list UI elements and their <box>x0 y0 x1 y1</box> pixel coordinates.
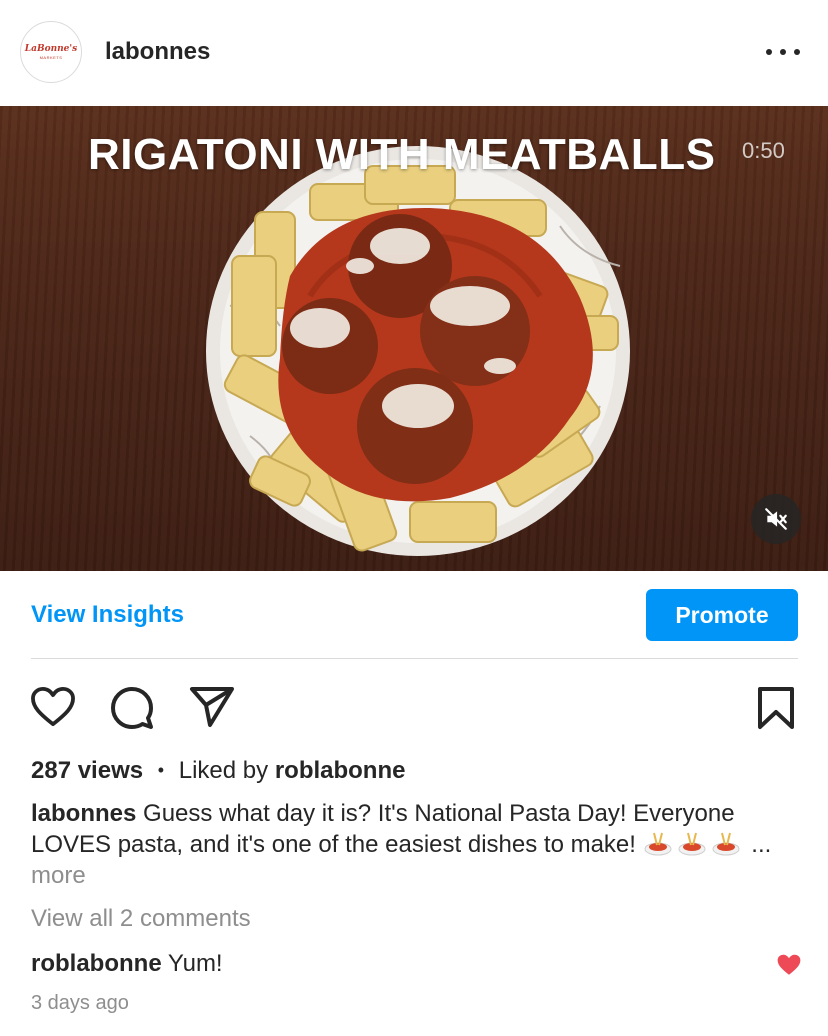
liked-by-user[interactable]: roblabonne <box>275 757 406 784</box>
divider <box>31 658 798 659</box>
promote-button[interactable]: Promote <box>646 589 798 641</box>
post-header: LaBonne's MARKETS labonnes <box>0 0 828 106</box>
avatar-brand-sub: MARKETS <box>39 54 63 60</box>
avatar[interactable]: LaBonne's MARKETS <box>20 21 82 83</box>
view-insights-link[interactable]: View Insights <box>31 601 184 629</box>
post-username[interactable]: labonnes <box>105 38 210 66</box>
share-icon <box>190 687 234 727</box>
post-caption: labonnes Guess what day it is? It's Nati… <box>31 798 801 891</box>
heart-icon <box>31 686 75 727</box>
comment-button[interactable] <box>110 686 154 735</box>
spaghetti-emoji <box>712 832 740 856</box>
more-icon <box>766 49 772 55</box>
avatar-brand: LaBonne's <box>24 43 78 54</box>
views-count[interactable]: 287 views <box>31 757 143 784</box>
comment-like-button[interactable] <box>776 953 802 982</box>
heart-icon <box>777 954 801 975</box>
spaghetti-emoji <box>644 832 672 856</box>
bookmark-icon <box>758 687 794 729</box>
mute-toggle-button[interactable] <box>751 494 801 544</box>
spaghetti-emoji <box>678 832 706 856</box>
comment-icon <box>111 687 153 729</box>
like-button[interactable] <box>30 686 76 733</box>
caption-ellipsis: ... <box>751 831 772 858</box>
caption-more-link[interactable]: more <box>31 862 86 889</box>
caption-text: Guess what day it is? It's National Past… <box>31 800 735 858</box>
caption-username[interactable]: labonnes <box>31 800 136 827</box>
post-video[interactable]: RIGATONI WITH MEATBALLS 0:50 <box>0 106 828 571</box>
view-all-comments-link[interactable]: View all 2 comments <box>31 905 251 933</box>
video-duration: 0:50 <box>742 138 785 163</box>
comment-text: Yum! <box>167 950 223 977</box>
mute-icon <box>765 508 787 530</box>
more-options-button[interactable] <box>766 38 800 66</box>
share-button[interactable] <box>189 686 235 733</box>
liked-by-prefix: Liked by <box>178 757 269 784</box>
post-timestamp: 3 days ago <box>31 992 129 1014</box>
more-icon-dot <box>780 49 786 55</box>
comment-item: roblabonne Yum! <box>31 950 223 978</box>
comment-username[interactable]: roblabonne <box>31 950 162 977</box>
emoji-group <box>643 831 752 858</box>
save-button[interactable] <box>756 686 796 735</box>
separator-dot: • <box>157 760 165 780</box>
more-icon-dot <box>794 49 800 55</box>
video-title-overlay: RIGATONI WITH MEATBALLS <box>88 130 716 179</box>
views-liked-line: 287 views • Liked by roblabonne <box>31 757 405 785</box>
